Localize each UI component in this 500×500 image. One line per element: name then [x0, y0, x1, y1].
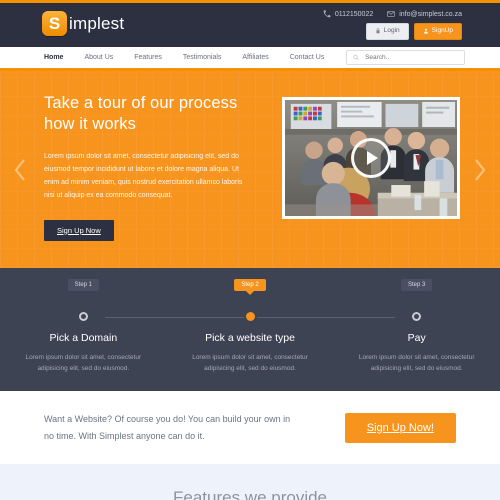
nav-links: Home About Us Features Testimonials Affi…	[44, 54, 359, 61]
lock-icon	[376, 28, 380, 34]
cta-text: Want a Website? Of course you do! You ca…	[44, 413, 291, 441]
envelope-icon	[387, 11, 395, 17]
site-header: S implest 0112150022 info@simplest.co.za	[0, 3, 500, 47]
slider-prev-arrow[interactable]	[9, 155, 31, 185]
hero-paragraph: Lorem ipsum dolor sit amet, consectetur …	[44, 152, 243, 199]
step-progress-track	[0, 312, 500, 324]
nav-item-contact-us[interactable]: Contact Us	[290, 54, 325, 61]
step-desc-1: Lorem ipsum dolor sit amet, consectetur …	[25, 354, 142, 373]
step-title-2: Pick a website type	[205, 332, 295, 344]
step-badge-1[interactable]: Step 1	[67, 279, 100, 291]
step-desc-2: Lorem ipsum dolor sit amet, consectetur …	[192, 354, 308, 373]
step-dot-1[interactable]	[78, 312, 88, 321]
phone-item[interactable]: 0112150022	[323, 10, 373, 18]
step-title-1: Pick a Domain	[49, 332, 118, 344]
nav-item-features[interactable]: Features	[134, 54, 162, 61]
email-item[interactable]: info@simplest.co.za	[387, 10, 462, 18]
email-address: info@simplest.co.za	[399, 10, 462, 18]
step-descriptions: Pick a Domain Lorem ipsum dolor sit amet…	[0, 332, 500, 375]
step-item-3: Pay Lorem ipsum dolor sit amet, consecte…	[333, 332, 500, 375]
hero-signup-button[interactable]: Sign Up Now	[44, 219, 114, 241]
process-steps-section: Step 1 Step 2 Step 3 Pick a Domain Lorem…	[0, 268, 500, 391]
step-item-2: Pick a website type Lorem ipsum dolor si…	[167, 332, 334, 375]
signup-label: SignUp	[431, 27, 453, 34]
auth-buttons: Login SignUp	[365, 23, 462, 40]
search-input[interactable]	[363, 53, 458, 62]
phone-number: 0112150022	[334, 10, 374, 18]
cta-signup-button[interactable]: Sign Up Now!	[344, 412, 456, 443]
logo-wordmark: implest	[69, 13, 125, 33]
search-box[interactable]	[346, 50, 465, 65]
logo-mark: S	[42, 11, 67, 36]
login-button[interactable]: Login	[365, 23, 409, 40]
login-label: Login	[383, 27, 400, 34]
slider-next-arrow[interactable]	[469, 155, 491, 185]
nav-item-about-us[interactable]: About Us	[84, 54, 113, 61]
signup-button[interactable]: SignUp	[413, 23, 462, 40]
step-desc-3: Lorem ipsum dolor sit amet, consectetur …	[358, 354, 475, 373]
hero-video-thumbnail[interactable]	[282, 97, 460, 219]
step-item-1: Pick a Domain Lorem ipsum dolor sit amet…	[0, 332, 167, 375]
features-title: Features we provide	[172, 488, 328, 500]
nav-item-affiliates[interactable]: Affiliates	[242, 54, 268, 61]
page-root: S implest 0112150022 info@simplest.co.za	[0, 0, 500, 500]
features-section: Features we provide	[0, 464, 500, 500]
step-title-3: Pay	[407, 332, 426, 344]
main-navigation: Home About Us Features Testimonials Affi…	[0, 47, 500, 68]
hero-heading: Take a tour of our process how it works	[44, 94, 238, 134]
hero-copy: Take a tour of our process how it works …	[44, 93, 249, 241]
step-badge-2[interactable]: Step 2	[234, 279, 266, 291]
step-dots	[0, 312, 500, 321]
step-badge-3[interactable]: Step 3	[401, 279, 433, 291]
step-dot-3[interactable]	[412, 312, 422, 321]
step-badges: Step 1 Step 2 Step 3	[0, 279, 500, 291]
header-contact-info: 0112150022 info@simplest.co.za	[323, 10, 462, 18]
hero-slider: Take a tour of our process how it works …	[0, 71, 500, 268]
logo[interactable]: S implest	[42, 11, 124, 36]
nav-item-home[interactable]: Home	[44, 54, 63, 61]
user-icon	[423, 29, 428, 34]
play-triangle-icon	[367, 151, 378, 165]
phone-icon	[323, 10, 331, 18]
play-button[interactable]	[351, 138, 391, 178]
cta-band: Want a Website? Of course you do! You ca…	[0, 391, 500, 464]
nav-item-testimonials[interactable]: Testimonials	[183, 54, 222, 61]
search-icon	[353, 54, 359, 60]
step-dot-2[interactable]	[245, 312, 255, 321]
